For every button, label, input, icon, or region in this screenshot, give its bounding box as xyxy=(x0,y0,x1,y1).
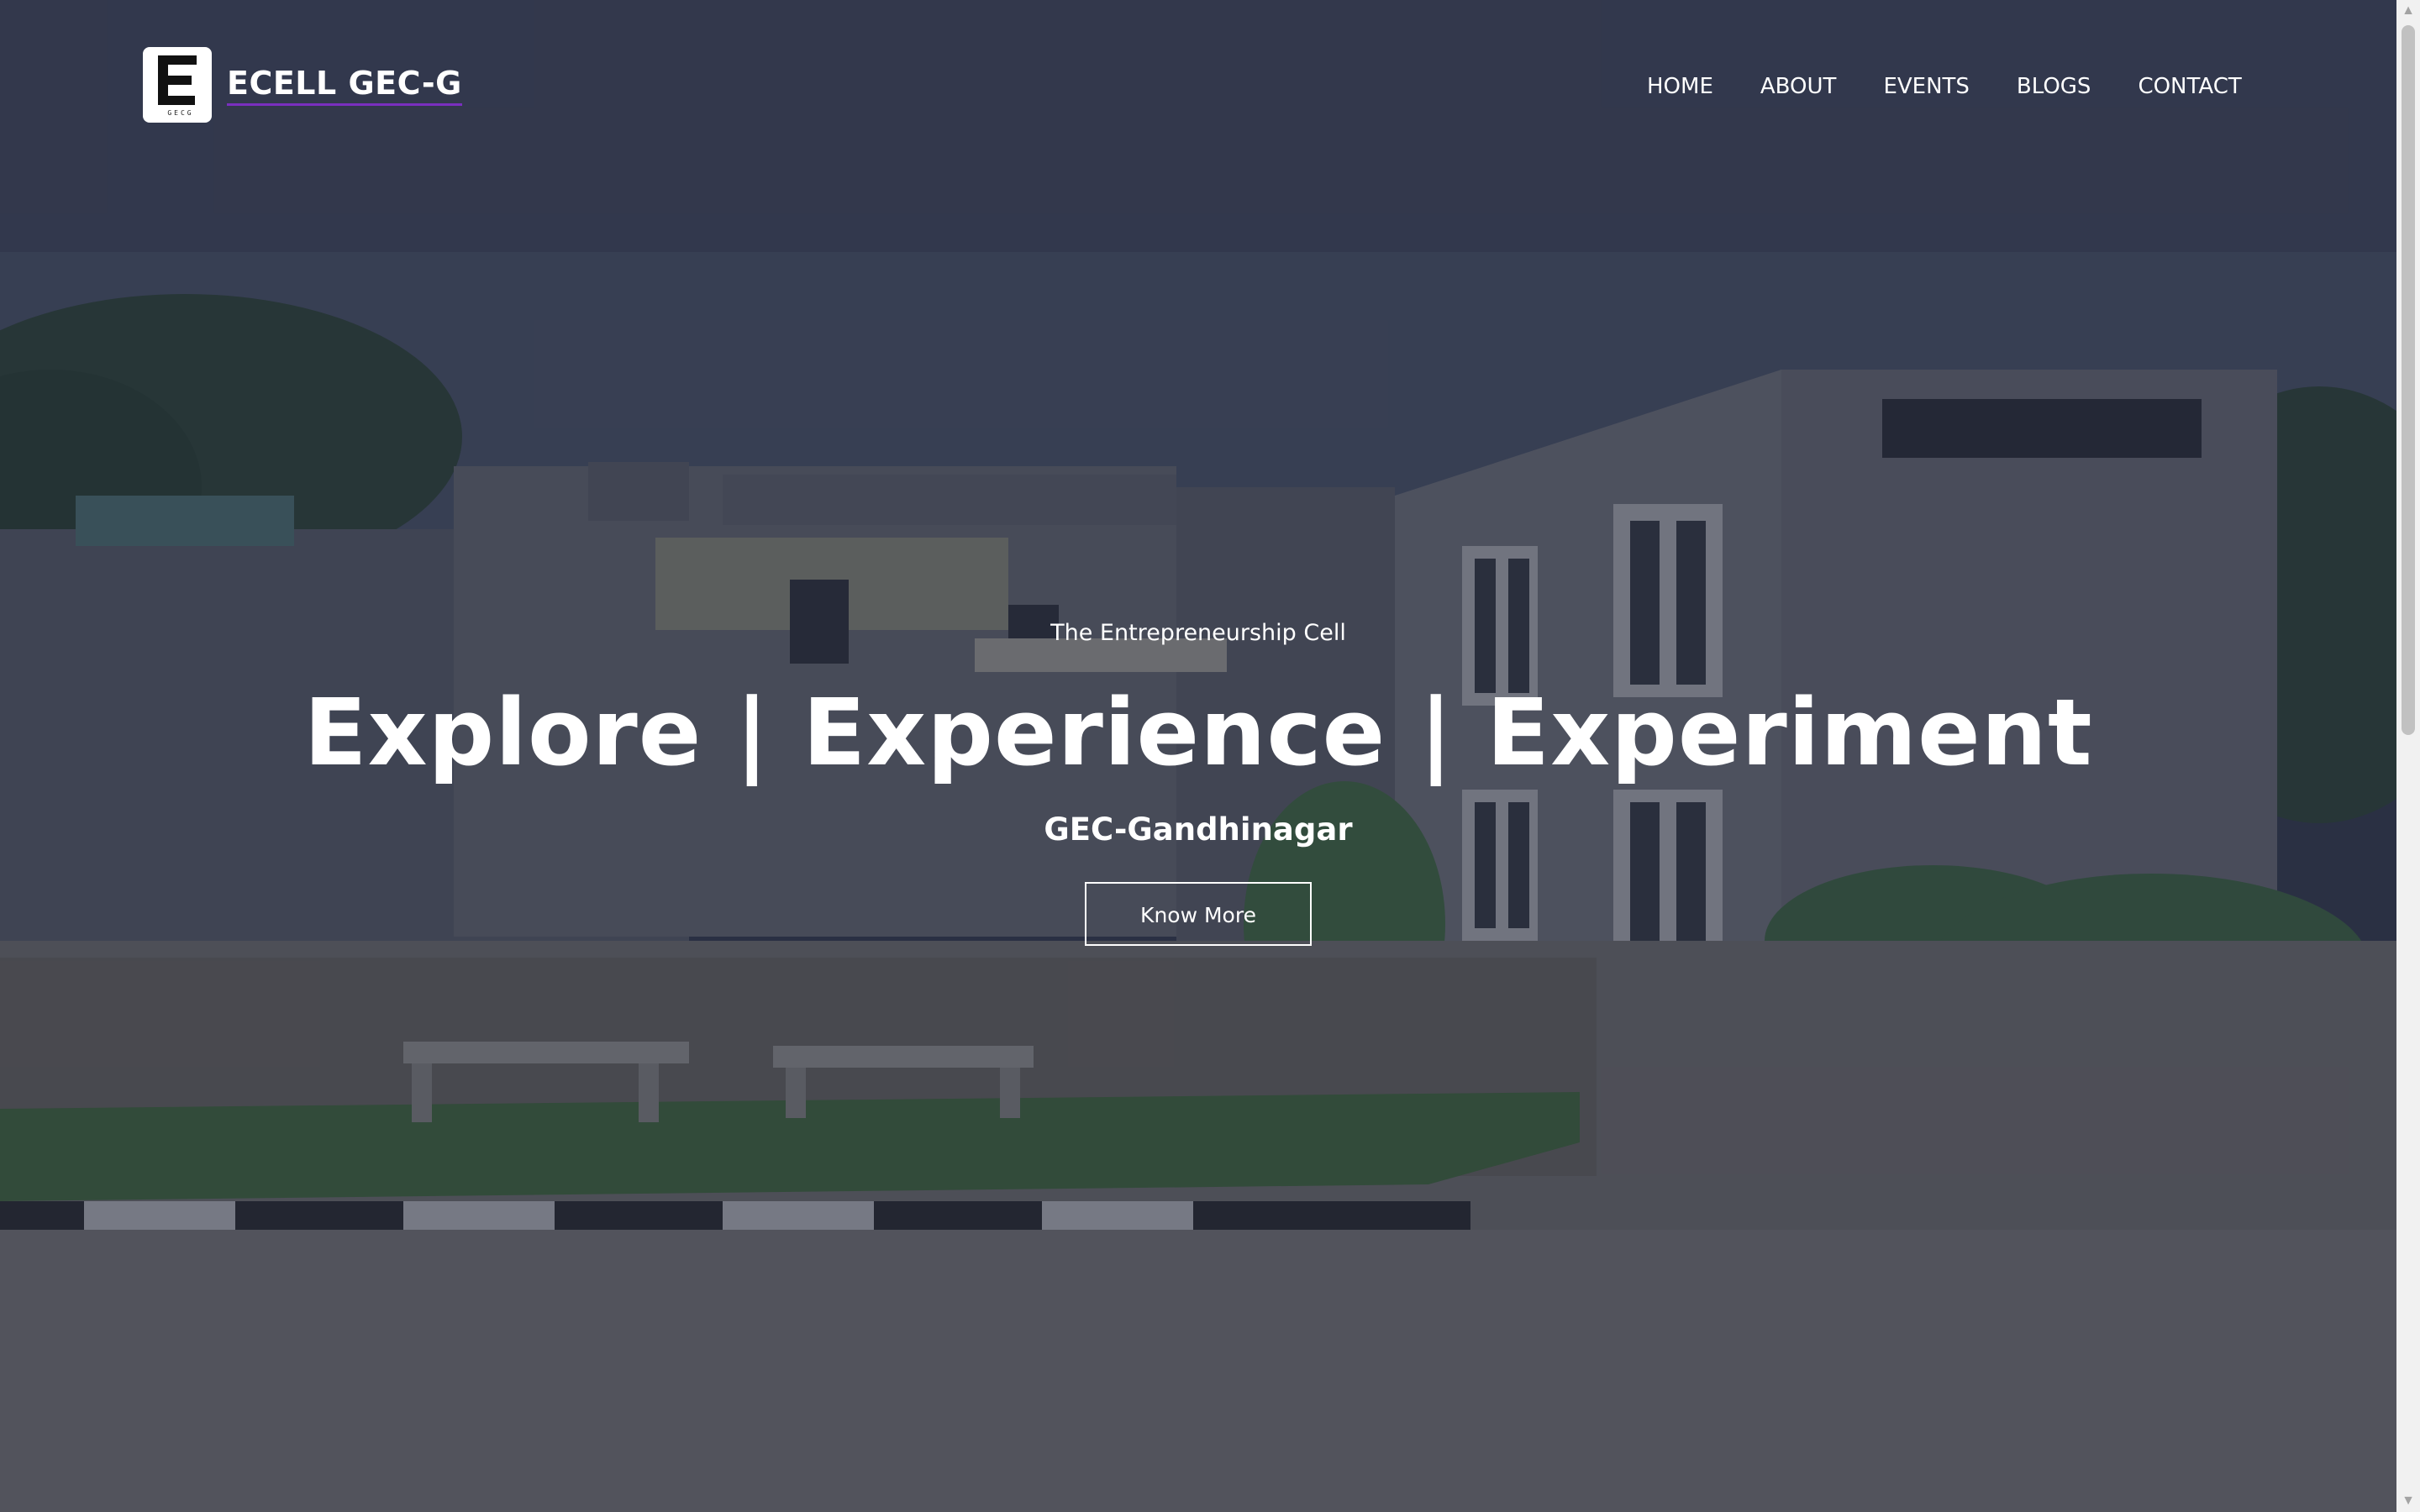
hero-section: The Entrepreneurship Cell Explore | Expe… xyxy=(0,622,2396,946)
hero-title: Explore | Experience | Experiment xyxy=(303,679,2093,786)
nav-link-events[interactable]: EVENTS xyxy=(1883,74,1969,99)
logo-text: GECG xyxy=(167,109,194,117)
hero-subtitle: GEC-Gandhinagar xyxy=(1044,811,1353,848)
scrollbar-thumb[interactable] xyxy=(2402,25,2415,735)
nav-link-home[interactable]: HOME xyxy=(1647,74,1713,99)
brand-name: ECELL GEC-G xyxy=(227,65,462,106)
page-viewport: GECG ECELL GEC-G HOME ABOUT EVENTS BLOGS… xyxy=(0,0,2396,1512)
brand-link[interactable]: GECG ECELL GEC-G xyxy=(143,47,462,123)
page-scrollbar[interactable]: ▲ ▼ xyxy=(2396,0,2420,1512)
nav-link-about[interactable]: ABOUT xyxy=(1760,74,1837,99)
scroll-down-arrow-icon[interactable]: ▼ xyxy=(2396,1490,2420,1512)
know-more-button[interactable]: Know More xyxy=(1085,882,1312,946)
nav-link-blogs[interactable]: BLOGS xyxy=(2017,74,2091,99)
navbar: GECG ECELL GEC-G HOME ABOUT EVENTS BLOGS… xyxy=(0,0,2396,176)
hero-tagline: The Entrepreneurship Cell xyxy=(1050,620,1346,646)
ecell-logo-icon: GECG xyxy=(143,47,212,123)
nav-link-contact[interactable]: CONTACT xyxy=(2138,74,2241,99)
scroll-up-arrow-icon[interactable]: ▲ xyxy=(2396,0,2420,22)
main-nav: HOME ABOUT EVENTS BLOGS CONTACT xyxy=(1647,74,2396,99)
